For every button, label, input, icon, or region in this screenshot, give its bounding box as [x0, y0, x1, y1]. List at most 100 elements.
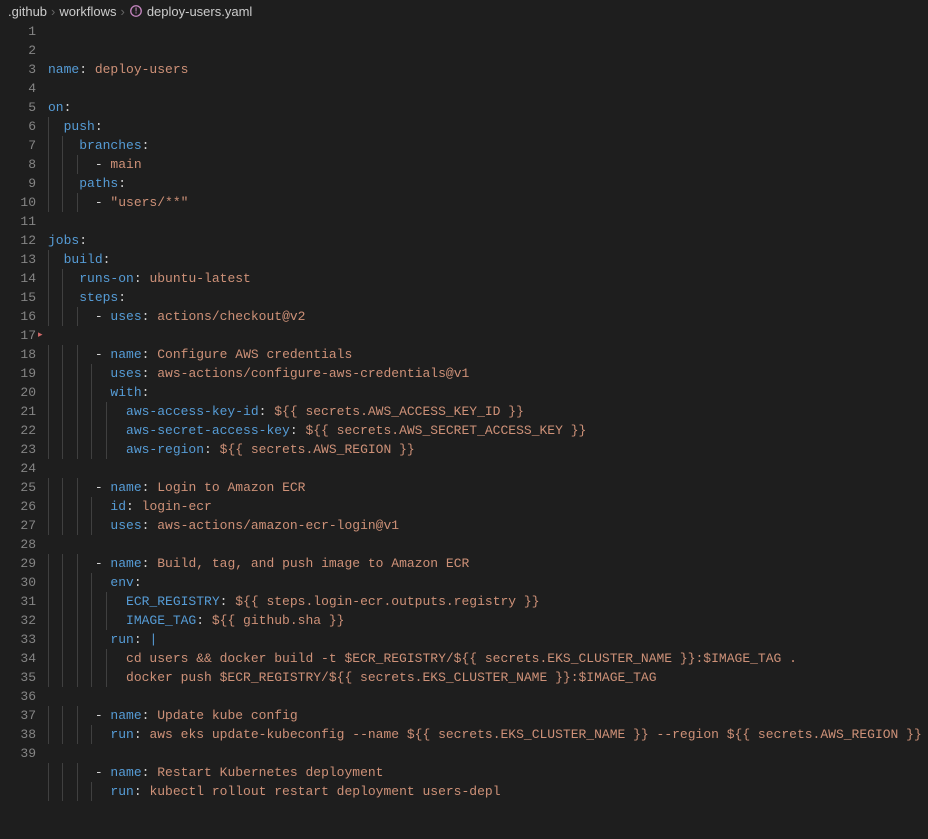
token: : — [142, 347, 158, 362]
token: : — [118, 290, 126, 305]
line-number: 28 — [0, 535, 36, 554]
code-line[interactable]: - name: Login to Amazon ECR — [48, 478, 928, 497]
code-line[interactable]: - "users/**" — [48, 193, 928, 212]
line-number: 16 — [0, 307, 36, 326]
code-line[interactable]: ECR_REGISTRY: ${{ steps.login-ecr.output… — [48, 592, 928, 611]
code-line[interactable]: run: aws eks update-kubeconfig --name ${… — [48, 725, 928, 744]
code-line[interactable]: run: kubectl rollout restart deployment … — [48, 782, 928, 801]
token: login-ecr — [142, 499, 212, 514]
line-number: 20 — [0, 383, 36, 402]
line-number: 4 — [0, 79, 36, 98]
token: : — [142, 309, 158, 324]
token: : — [95, 119, 103, 134]
line-number: 39 — [0, 744, 36, 763]
code-line[interactable]: paths: — [48, 174, 928, 193]
token: : — [79, 62, 95, 77]
code-line[interactable]: on: — [48, 98, 928, 117]
token: actions/checkout@v2 — [157, 309, 305, 324]
code-line[interactable]: ▸ — [48, 326, 928, 345]
line-number: 1 — [0, 22, 36, 41]
token: : — [142, 385, 150, 400]
code-line[interactable]: docker push $ECR_REGISTRY/${{ secrets.EK… — [48, 668, 928, 687]
token: : — [142, 138, 150, 153]
code-line[interactable]: - main — [48, 155, 928, 174]
code-line[interactable]: - uses: actions/checkout@v2 — [48, 307, 928, 326]
code-editor[interactable]: 1234567891011121314151617181920212223242… — [0, 22, 928, 757]
line-number: 36 — [0, 687, 36, 706]
token: IMAGE_TAG — [126, 613, 196, 628]
code-line[interactable]: cd users && docker build -t $ECR_REGISTR… — [48, 649, 928, 668]
code-line[interactable]: run: | — [48, 630, 928, 649]
code-line[interactable]: push: — [48, 117, 928, 136]
token: - — [95, 556, 111, 571]
code-line[interactable]: env: — [48, 573, 928, 592]
line-number: 8 — [0, 155, 36, 174]
code-area[interactable]: name: deploy-users on: push: branches: - … — [48, 22, 928, 757]
code-line[interactable]: build: — [48, 250, 928, 269]
code-line[interactable]: branches: — [48, 136, 928, 155]
line-number: 7 — [0, 136, 36, 155]
token: Build, tag, and push image to Amazon ECR — [157, 556, 469, 571]
breadcrumb-segment[interactable]: .github — [8, 2, 47, 21]
token: : — [220, 594, 236, 609]
token: deploy-users — [95, 62, 189, 77]
code-line[interactable]: id: login-ecr — [48, 497, 928, 516]
line-number: 25 — [0, 478, 36, 497]
code-line[interactable]: steps: — [48, 288, 928, 307]
line-number: 21 — [0, 402, 36, 421]
code-line[interactable] — [48, 79, 928, 98]
code-line[interactable]: - name: Restart Kubernetes deployment — [48, 763, 928, 782]
line-number-gutter: 1234567891011121314151617181920212223242… — [0, 22, 48, 757]
code-line[interactable]: - name: Configure AWS credentials — [48, 345, 928, 364]
code-line[interactable]: runs-on: ubuntu-latest — [48, 269, 928, 288]
code-line[interactable]: name: deploy-users — [48, 60, 928, 79]
token: : — [134, 784, 150, 799]
breadcrumb-segment[interactable]: workflows — [59, 2, 116, 21]
code-line[interactable]: uses: aws-actions/configure-aws-credenti… — [48, 364, 928, 383]
token: kubectl rollout restart deployment users… — [149, 784, 500, 799]
line-number: 13 — [0, 250, 36, 269]
line-number: 15 — [0, 288, 36, 307]
token: run — [110, 727, 133, 742]
code-line[interactable] — [48, 212, 928, 231]
line-number: 14 — [0, 269, 36, 288]
code-line[interactable]: with: — [48, 383, 928, 402]
svg-text:!: ! — [135, 7, 138, 16]
breadcrumb-file[interactable]: deploy-users.yaml — [147, 2, 253, 21]
token: ${{ secrets.AWS_REGION }} — [220, 442, 415, 457]
code-line[interactable]: jobs: — [48, 231, 928, 250]
token: - — [95, 157, 111, 172]
token: uses — [110, 518, 141, 533]
line-number: 9 — [0, 174, 36, 193]
token: push — [64, 119, 95, 134]
code-line[interactable] — [48, 687, 928, 706]
token: aws eks update-kubeconfig --name ${{ sec… — [149, 727, 921, 742]
token: : — [64, 100, 72, 115]
code-line[interactable] — [48, 459, 928, 478]
token: : — [259, 404, 275, 419]
token: Login to Amazon ECR — [157, 480, 305, 495]
line-number: 11 — [0, 212, 36, 231]
code-line[interactable] — [48, 535, 928, 554]
code-line[interactable] — [48, 744, 928, 763]
breadcrumb[interactable]: .github › workflows › ! deploy-users.yam… — [0, 0, 928, 22]
code-line[interactable]: aws-region: ${{ secrets.AWS_REGION }} — [48, 440, 928, 459]
code-line[interactable]: uses: aws-actions/amazon-ecr-login@v1 — [48, 516, 928, 535]
token: on — [48, 100, 64, 115]
token: build — [64, 252, 103, 267]
token: Configure AWS credentials — [157, 347, 352, 362]
code-line[interactable]: IMAGE_TAG: ${{ github.sha }} — [48, 611, 928, 630]
token: env — [110, 575, 133, 590]
token: | — [149, 632, 157, 647]
code-line[interactable]: aws-access-key-id: ${{ secrets.AWS_ACCES… — [48, 402, 928, 421]
chevron-right-icon: › — [120, 2, 124, 21]
token: : — [142, 366, 158, 381]
token: name — [48, 62, 79, 77]
token: uses — [110, 309, 141, 324]
line-number: 32 — [0, 611, 36, 630]
code-line[interactable]: aws-secret-access-key: ${{ secrets.AWS_S… — [48, 421, 928, 440]
code-line[interactable]: - name: Build, tag, and push image to Am… — [48, 554, 928, 573]
breakpoint-marker-icon[interactable]: ▸ — [38, 326, 43, 345]
token: cd users && docker build -t $ECR_REGISTR… — [126, 651, 797, 666]
code-line[interactable]: - name: Update kube config — [48, 706, 928, 725]
